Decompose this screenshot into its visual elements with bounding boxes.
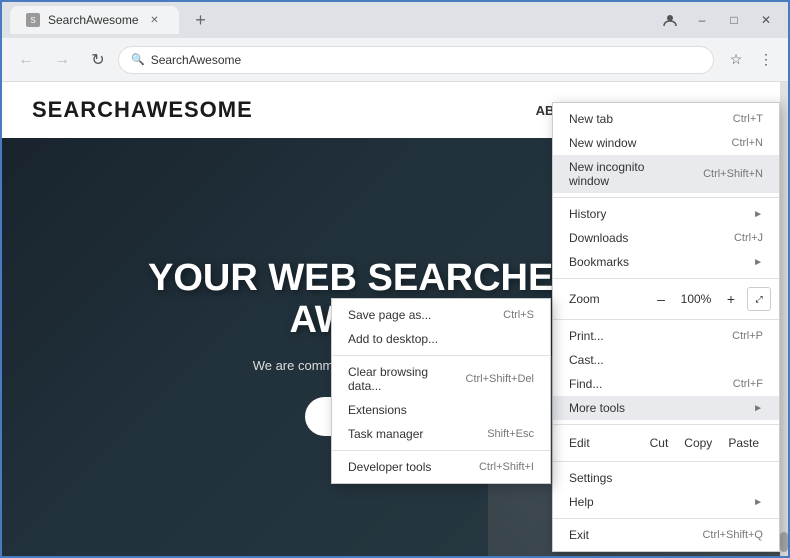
menu-divider-2 — [332, 450, 550, 451]
menu-new-window[interactable]: New window Ctrl+N — [553, 131, 779, 155]
menu-cast[interactable]: Cast... — [553, 348, 779, 372]
browser-window: S SearchAwesome ✕ + – □ ✕ ← → ↻ 🔍 Search… — [0, 0, 790, 558]
browser-tab[interactable]: S SearchAwesome ✕ — [10, 6, 179, 34]
svg-text:S: S — [30, 16, 35, 25]
title-bar: S SearchAwesome ✕ + – □ ✕ — [2, 2, 788, 38]
maximize-button[interactable]: □ — [720, 6, 748, 34]
address-bar-actions: ☆ ⋮ — [722, 46, 780, 74]
tab-close-button[interactable]: ✕ — [147, 12, 163, 28]
menu-edit-row: Edit Cut Copy Paste — [553, 429, 779, 457]
more-menu-button[interactable]: ⋮ — [752, 46, 780, 74]
back-button[interactable]: ← — [10, 44, 42, 76]
minimize-button[interactable]: – — [688, 6, 716, 34]
context-menu-main: New tab Ctrl+T New window Ctrl+N New inc… — [552, 102, 780, 552]
menu-print[interactable]: Print... Ctrl+P — [553, 324, 779, 348]
menu-divider-a — [553, 197, 779, 198]
page-content: SEARCHAWESOME ABOUT SERVICES CONTACT YOU… — [2, 82, 788, 556]
new-tab-button[interactable]: + — [187, 6, 215, 34]
zoom-value: 100% — [677, 292, 715, 306]
menu-divider-e — [553, 461, 779, 462]
menu-add-desktop[interactable]: Add to desktop... — [332, 327, 550, 351]
menu-history[interactable]: History ► — [553, 202, 779, 226]
url-bar[interactable]: 🔍 SearchAwesome — [118, 46, 714, 74]
edit-actions: Cut Copy Paste — [646, 434, 763, 452]
menu-task-manager[interactable]: Task manager Shift+Esc — [332, 422, 550, 446]
menu-save-page[interactable]: Save page as... Ctrl+S — [332, 303, 550, 327]
copy-button[interactable]: Copy — [680, 434, 716, 452]
menu-divider-b — [553, 278, 779, 279]
zoom-plus-button[interactable]: + — [719, 287, 743, 311]
zoom-minus-button[interactable]: – — [649, 287, 673, 311]
menu-bookmarks[interactable]: Bookmarks ► — [553, 250, 779, 274]
menu-developer-tools[interactable]: Developer tools Ctrl+Shift+I — [332, 455, 550, 479]
menu-extensions[interactable]: Extensions — [332, 398, 550, 422]
menu-exit[interactable]: Exit Ctrl+Shift+Q — [553, 523, 779, 547]
window-controls: – □ ✕ — [656, 6, 780, 34]
menu-new-incognito[interactable]: New incognito window Ctrl+Shift+N — [553, 155, 779, 193]
bookmark-star-icon[interactable]: ☆ — [722, 46, 750, 74]
menu-divider-c — [553, 319, 779, 320]
menu-more-tools[interactable]: More tools ► — [553, 396, 779, 420]
menu-divider-d — [553, 424, 779, 425]
menu-new-tab[interactable]: New tab Ctrl+T — [553, 107, 779, 131]
reload-button[interactable]: ↻ — [82, 44, 114, 76]
zoom-controls: – 100% + ⤢ — [649, 287, 771, 311]
menu-divider — [332, 355, 550, 356]
menu-help[interactable]: Help ► — [553, 490, 779, 514]
close-button[interactable]: ✕ — [752, 6, 780, 34]
tab-title: SearchAwesome — [48, 13, 139, 27]
scrollbar[interactable] — [780, 82, 788, 556]
zoom-expand-button[interactable]: ⤢ — [747, 287, 771, 311]
lock-icon: 🔍 — [131, 53, 145, 66]
zoom-label: Zoom — [561, 292, 649, 306]
menu-settings[interactable]: Settings — [553, 466, 779, 490]
cut-button[interactable]: Cut — [646, 434, 673, 452]
url-text: SearchAwesome — [151, 53, 701, 67]
menu-find[interactable]: Find... Ctrl+F — [553, 372, 779, 396]
edit-label: Edit — [569, 436, 646, 450]
tab-favicon: S — [26, 13, 40, 27]
menu-zoom-row: Zoom – 100% + ⤢ — [553, 283, 779, 315]
address-bar: ← → ↻ 🔍 SearchAwesome ☆ ⋮ — [2, 38, 788, 82]
menu-clear-browsing[interactable]: Clear browsing data... Ctrl+Shift+Del — [332, 360, 550, 398]
scrollbar-thumb[interactable] — [780, 532, 788, 552]
account-icon[interactable] — [656, 6, 684, 34]
context-submenu: Save page as... Ctrl+S Add to desktop...… — [331, 298, 551, 484]
menu-divider-f — [553, 518, 779, 519]
paste-button[interactable]: Paste — [724, 434, 763, 452]
menu-downloads[interactable]: Downloads Ctrl+J — [553, 226, 779, 250]
forward-button[interactable]: → — [46, 44, 78, 76]
site-logo: SEARCHAWESOME — [32, 97, 253, 123]
